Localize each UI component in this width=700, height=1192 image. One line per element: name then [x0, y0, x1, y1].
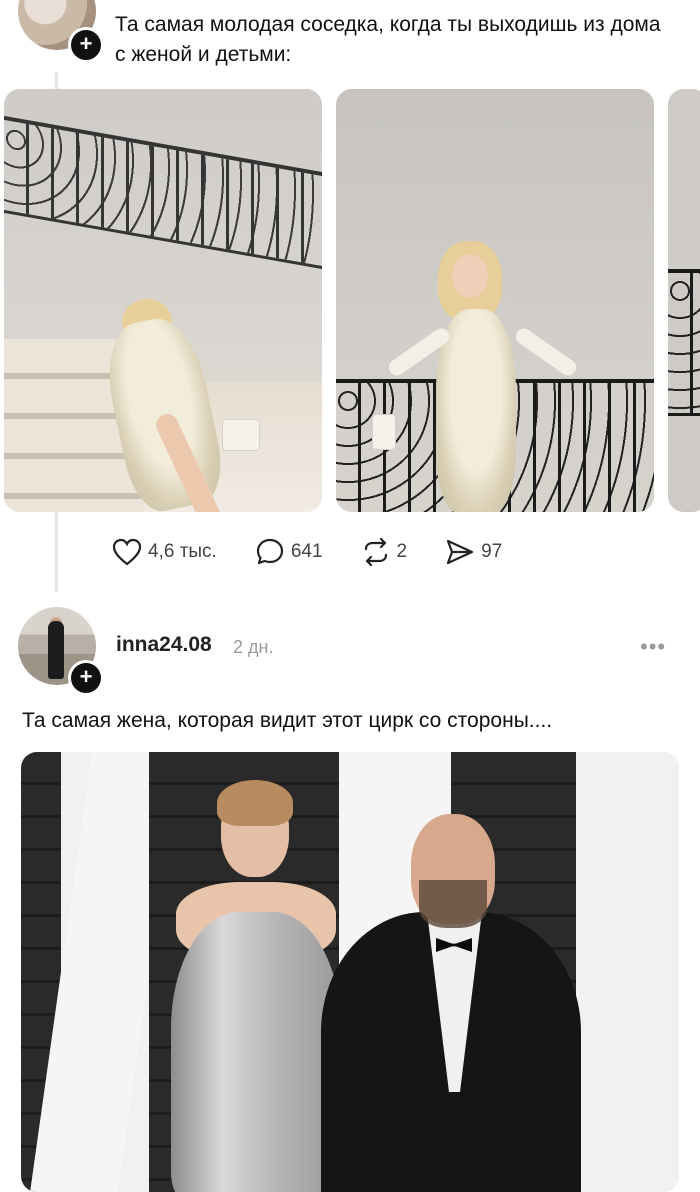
post-photo[interactable] [4, 89, 322, 512]
post-photo[interactable] [336, 89, 654, 512]
post-time: 2 дн. [233, 637, 274, 657]
post-text: Та самая молодая соседка, когда ты выход… [115, 13, 661, 66]
share-button[interactable]: 97 [445, 537, 502, 567]
like-button[interactable]: 4,6 тыс. [112, 538, 217, 566]
comment-icon [256, 538, 283, 565]
username[interactable]: inna24.08 [116, 633, 212, 657]
comment-button[interactable]: 641 [255, 537, 323, 567]
send-icon [447, 539, 474, 565]
repost-count: 2 [396, 541, 408, 562]
more-options-icon[interactable]: ••• [640, 634, 666, 660]
post-photo[interactable] [21, 752, 679, 1192]
follow-plus-icon[interactable]: + [68, 27, 104, 63]
post-actions: 4,6 тыс. 641 2 97 [112, 535, 540, 569]
share-count: 97 [481, 541, 503, 562]
like-count: 4,6 тыс. [148, 541, 217, 562]
follow-plus-icon[interactable]: + [68, 660, 104, 696]
post-text: Та самая жена, которая видит этот цирк с… [22, 709, 553, 732]
heart-icon [112, 538, 142, 566]
repost-icon [364, 537, 387, 567]
repost-button[interactable]: 2 [361, 537, 408, 567]
comment-count: 641 [290, 541, 323, 562]
post-photo[interactable] [668, 89, 700, 512]
